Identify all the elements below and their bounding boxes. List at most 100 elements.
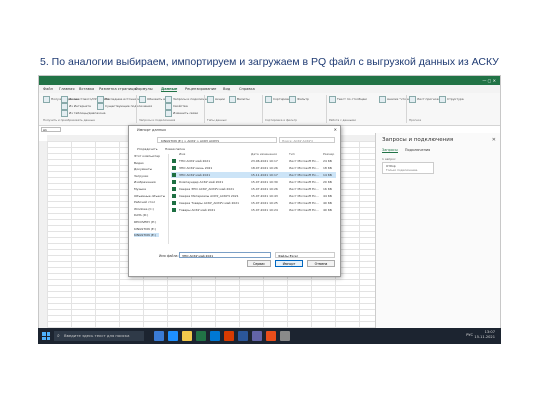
file-row[interactable]: Сверка Товары АСКУ_АСКУЧ май 2021 15.07.2…	[171, 200, 336, 206]
ribbon-button[interactable]: Акции	[215, 97, 225, 101]
excel-file-icon	[172, 187, 176, 191]
address-bar[interactable]: KINGSTON (E:) > АСКУ > АСКУ АСКУЧ	[157, 137, 277, 143]
organize-button[interactable]: Упорядочить	[137, 147, 157, 151]
query-item[interactable]: Отбор Только подключение.	[382, 162, 434, 174]
column-header-type[interactable]: Тип	[289, 152, 295, 156]
tab-0[interactable]: Файл	[43, 87, 53, 91]
import-button[interactable]: Импорт	[275, 260, 303, 267]
tab-1[interactable]: Главная	[59, 87, 75, 91]
taskbar-search[interactable]: ⌕ Введите здесь текст для поиска	[54, 331, 144, 341]
file-row[interactable]: Компаундер АСКУ май 2021 15.07.2021 10:30…	[171, 179, 336, 185]
file-name: Сверка Материалы АСКУ_АСКУЧ 2021	[179, 194, 239, 198]
nav-item[interactable]: Музыка	[134, 187, 146, 191]
file-date: 15.11.2021 10:17	[251, 173, 278, 177]
outlook-icon[interactable]	[210, 331, 220, 341]
file-type-select[interactable]: Файлы Excel	[275, 252, 335, 258]
nav-item[interactable]: Windows (C:)	[134, 207, 154, 211]
ribbon-button[interactable]: Из таблицы/диапазона	[69, 111, 105, 115]
excel-file-icon	[172, 173, 176, 177]
tab-connections[interactable]: Подключения	[405, 148, 430, 152]
nav-item[interactable]: Документы	[134, 167, 152, 171]
ribbon-divider	[262, 95, 263, 123]
ribbon-button-icon	[329, 96, 336, 103]
tab-4[interactable]: Формулы	[135, 87, 153, 91]
file-row[interactable]: Товары АСКУ май 2021 15.07.2021 10:24 Лист…	[171, 207, 336, 213]
tab-2[interactable]: Вставка	[79, 87, 94, 91]
ribbon-button[interactable]: Из Интернета	[69, 104, 91, 108]
column-header-name[interactable]: Имя	[179, 152, 185, 156]
ribbon-group-label: Типы данных	[207, 118, 227, 122]
ribbon-button[interactable]: Текст по столбцам	[337, 97, 367, 101]
close-icon[interactable]: ✕	[334, 127, 337, 132]
word-icon[interactable]	[238, 331, 248, 341]
new-folder-button[interactable]: Новая папка	[165, 147, 185, 151]
file-size: 18 КБ	[323, 166, 332, 170]
search-input[interactable]: Поиск: АСКУ АСКУЧ	[279, 137, 335, 143]
nav-item[interactable]: Объемные объекты	[134, 194, 165, 198]
column-header-date[interactable]: Дата изменения	[251, 152, 277, 156]
close-icon[interactable]: ✕	[492, 137, 496, 143]
nav-item[interactable]: DATA (D:)	[134, 213, 148, 217]
file-explorer-icon[interactable]	[182, 331, 192, 341]
file-row[interactable]: Сверка ЗПО АСКУ_АСКУЧ май 2021 15.07.2021…	[171, 186, 336, 192]
nav-item[interactable]: Рабочий стол	[134, 200, 155, 204]
nav-item[interactable]: KINGSTON (E:)	[134, 227, 156, 231]
ribbon-button[interactable]: Свойства	[173, 104, 188, 108]
file-type: Лист Microsoft Ex...	[289, 208, 319, 212]
ribbon-button[interactable]: Последние источники	[105, 97, 140, 101]
nav-item[interactable]: RECOVERY (E:)	[134, 220, 156, 224]
filename-input[interactable]: ЗПО АСКУ май 2021	[179, 252, 271, 258]
service-button[interactable]: Сервис	[247, 260, 271, 267]
file-row[interactable]: ЗПО АСКУ июнь 2021 18.07.2021 10:26 Лист M…	[171, 165, 336, 171]
language-indicator[interactable]: РУС	[466, 333, 473, 337]
ribbon-button[interactable]: Валюты	[237, 97, 249, 101]
edge-icon[interactable]	[168, 331, 178, 341]
file-row[interactable]: ЗПО АСКУ май 2021 15.11.2021 10:17 Лист Mi…	[171, 172, 336, 178]
nav-item[interactable]: Загрузки	[134, 174, 148, 178]
task-view-icon[interactable]	[154, 331, 164, 341]
excel-icon[interactable]	[196, 331, 206, 341]
tab-7[interactable]: Вид	[223, 87, 230, 91]
ribbon-button-icon	[379, 96, 386, 103]
window-controls[interactable]: — ▢ ✕	[482, 78, 496, 83]
name-box[interactable]: A1	[41, 127, 61, 132]
file-name: Сверка Товары АСКУ_АСКУЧ май 2021	[179, 201, 240, 205]
file-size: 40 КБ	[323, 201, 332, 205]
cancel-button[interactable]: Отмена	[307, 260, 335, 267]
nav-item[interactable]: Видео	[134, 161, 144, 165]
clock-date: 15.11.2021	[474, 335, 495, 339]
ribbon-button[interactable]: Запросы и подключения	[173, 97, 212, 101]
ribbon-button[interactable]: Изменить связи	[173, 111, 198, 115]
tab-8[interactable]: Справка	[239, 87, 255, 91]
pane-tabs: Запросы Подключения	[382, 148, 436, 153]
dialog-title: Импорт данных	[137, 128, 167, 132]
nav-item[interactable]: KINGSTON (E:)	[134, 233, 159, 238]
file-size: 44 КБ	[323, 194, 332, 198]
file-row[interactable]: Сверка Материалы АСКУ_АСКУЧ 2021 15.07.20…	[171, 193, 336, 199]
excel-file-icon	[172, 180, 176, 184]
app-icon[interactable]	[266, 331, 276, 341]
app-icon[interactable]	[280, 331, 290, 341]
filename-label: Имя файла:	[159, 254, 179, 258]
file-name: Компаундер АСКУ май 2021	[179, 180, 224, 184]
ribbon-button[interactable]: Структура	[447, 97, 464, 101]
ribbon-button[interactable]: Лист прогноза	[417, 97, 440, 101]
tab-6[interactable]: Рецензирование	[185, 87, 216, 91]
tab-queries[interactable]: Запросы	[382, 148, 398, 153]
ribbon-button[interactable]: Фильтр	[297, 97, 309, 101]
windows-start-icon[interactable]	[42, 332, 50, 340]
powerpoint-icon[interactable]	[224, 331, 234, 341]
teams-icon[interactable]	[252, 331, 262, 341]
clock[interactable]: 13:07 15.11.2021	[474, 330, 495, 340]
nav-item[interactable]: Этот компьютер	[134, 154, 160, 158]
file-name: Сверка ЗПО АСКУ_АСКУЧ май 2021	[179, 187, 235, 191]
file-row[interactable]: ТПО АСКУ май 2021 23.06.2021 10:17 Лист Mi…	[171, 158, 336, 164]
file-list: Имя Дата изменения Тип Размер ТПО АСКУ м…	[171, 152, 336, 246]
queries-pane: Запросы и подключения ✕ Запросы Подключе…	[375, 133, 500, 339]
ribbon-button[interactable]: Существующие подключения	[105, 104, 152, 108]
column-header-size[interactable]: Размер	[323, 152, 334, 156]
tab-3[interactable]: Разметка страницы	[99, 87, 136, 91]
tab-5[interactable]: Данные	[161, 87, 178, 92]
file-name: Товары АСКУ май 2021	[179, 208, 216, 212]
nav-item[interactable]: Изображения	[134, 180, 156, 184]
